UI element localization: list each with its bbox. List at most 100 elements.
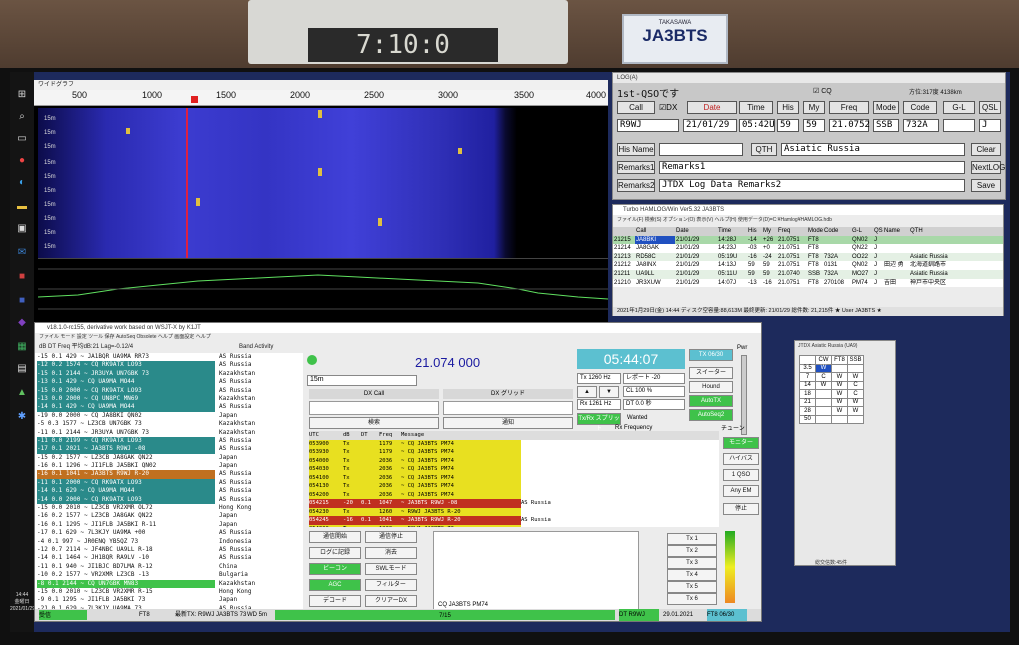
band-activity-row[interactable]: -13 0.1 429 ~ CQ UA9MA MO44 AS Russia (35, 378, 303, 387)
column-header[interactable]: Time (717, 227, 747, 236)
rx-row[interactable]: 054215 -20 0.1 1047 ~ JA3BTS R9WJ -08 AS Russ… (309, 499, 719, 508)
windows-logo-icon[interactable]: ⊞ (15, 88, 29, 102)
column-header[interactable]: Code (823, 227, 851, 236)
band-activity-row[interactable]: -16 0.2 1577 ~ LZ3CB JA8GAK QN22 Japan (35, 512, 303, 520)
band-activity-row[interactable]: -16 0.1 1295 ~ JI1FLB JA5BKI R-11 Japan (35, 521, 303, 529)
rx-row[interactable]: 054000 Tx 2036 ~ CQ JA3BTS PM74 (309, 456, 719, 465)
table-row[interactable]: 21214 JA8GAK 21/01/29 14:23J -03 +0 21.0751 FT8… (613, 244, 1003, 253)
time-field[interactable]: 05:42U (739, 119, 775, 132)
remarks2-field[interactable]: JTDX Log Data Remarks2 (659, 179, 965, 192)
tx1-button[interactable]: Tx 1 (667, 533, 717, 545)
band-activity-row[interactable]: -11 0.1 2144 ~ JR3UYA UN7GBK 73 Kazakhsta… (35, 429, 303, 437)
call-field[interactable]: R9WJ (617, 119, 679, 132)
taskbar-clock[interactable]: 14:44 金曜日 2021/01/29 (10, 592, 35, 613)
band-activity-row[interactable]: -15 0.0 2010 ~ LZ3CB VR2XMR OL72 Hong Kon… (35, 504, 303, 512)
code-field[interactable]: 732A (903, 119, 939, 132)
band-activity-row[interactable]: -9 0.1 1295 ~ JI1FLB JA5BKI 73 Japan (35, 596, 303, 604)
cl-field[interactable]: CL 100 % (623, 386, 685, 397)
band-activity-row[interactable]: -16 0.1 1041 ~ JA3BTS R9WJ R-20 AS Russia (35, 470, 303, 479)
band-activity-row[interactable]: -14 0.1 629 ~ CQ UA9MA MO44 AS Russia (35, 487, 303, 496)
clear-button[interactable]: Clear (971, 143, 1001, 156)
remarks1-field[interactable]: Remarks1 (659, 161, 965, 174)
app-icon[interactable]: ▤ (15, 362, 29, 376)
column-header[interactable]: Mode (807, 227, 823, 236)
tx-period-button[interactable]: TX 06/30 (689, 349, 733, 361)
monitor-button[interactable]: モニター (723, 437, 759, 449)
report-field[interactable]: レポート -20 (623, 373, 685, 384)
band-activity-row[interactable]: -11 0.1 2000 ~ CQ RK9ATX LO93 AS Russia (35, 478, 303, 488)
app-icon[interactable]: ◆ (15, 316, 29, 330)
tx5-button[interactable]: Tx 5 (667, 581, 717, 593)
one-qso-button[interactable]: 1 QSO (723, 469, 759, 481)
save-button[interactable]: Save (971, 179, 1001, 192)
swl-mode-button[interactable]: SWLモード (365, 563, 417, 575)
time-button[interactable]: Time (739, 101, 773, 114)
band-activity-row[interactable]: -12 0.2 1574 ~ CQ RK9ATX LO93 AS Russia (35, 361, 303, 370)
his-button[interactable]: His (777, 101, 799, 114)
band-activity-row[interactable]: -5 0.3 1577 ~ LZ3CB UN7GBK 73 Kazakhstan (35, 420, 303, 428)
search-icon[interactable]: ⌕ (15, 110, 29, 124)
column-header[interactable]: My (762, 227, 777, 236)
date-field[interactable]: 21/01/29 (683, 119, 737, 132)
column-header[interactable] (613, 227, 635, 236)
decode-button[interactable]: デコード (309, 595, 361, 607)
date-button[interactable]: Date (687, 101, 737, 114)
qth-button[interactable]: QTH (751, 143, 777, 156)
rx-freq-field[interactable]: Rx 1261 Hz (577, 399, 621, 410)
qth-field[interactable]: Asiatic Russia (781, 143, 965, 156)
column-header[interactable]: QSL (873, 227, 883, 236)
tx2-button[interactable]: Tx 2 (667, 545, 717, 557)
task-view-icon[interactable]: ▭ (15, 132, 29, 146)
down-arrow-icon[interactable]: ▼ (599, 386, 619, 398)
band-activity-list[interactable]: -15 0.1 429 ~ JA1BQR UA9MA RR73 AS Russia… (35, 353, 303, 617)
band-activity-row[interactable]: -15 0.1 2144 ~ JR3UYA UN7GBK 73 Kazakhsta… (35, 369, 303, 379)
stop-button[interactable]: 停止 (723, 503, 759, 515)
notify-button[interactable]: 通知 (443, 417, 573, 429)
beacon-button[interactable]: ビーコン (309, 563, 361, 575)
band-activity-row[interactable]: -15 0.1 429 ~ JA1BQR UA9MA RR73 AS Russia (35, 353, 303, 361)
sweeper-button[interactable]: スイーター (689, 367, 733, 379)
folder-icon[interactable]: ▬ (15, 200, 29, 214)
band-activity-row[interactable]: -15 0.0 2000 ~ CQ RK9ATX LO93 AS Russia (35, 386, 303, 395)
hamlog-menu[interactable]: ファイル(F) 検索(S) オプション(O) 表示(V) ヘルプ(H) 使用デー… (613, 215, 1003, 225)
clear-dx-button[interactable]: クリアーDX (365, 595, 417, 607)
band-activity-row[interactable]: -15 0.2 1577 ~ LZ3CB JA8GAK QN22 Japan (35, 454, 303, 462)
dx-checkbox[interactable]: ☑DX (659, 103, 677, 112)
rx-row[interactable]: 053900 Tx 1179 ~ CQ JA3BTS PM74 (309, 439, 719, 448)
column-header[interactable]: G-L (851, 227, 873, 236)
autoseq2-button[interactable]: AutoSeq2 (689, 409, 733, 421)
filter-button[interactable]: フィルター (365, 579, 417, 591)
band-activity-row[interactable]: -8 0.1 2144 ~ CQ UN7GBK MN83 Kazakhstan (35, 579, 303, 588)
his-field[interactable]: 59 (777, 119, 799, 132)
table-row[interactable]: 21210 JR3XUW 21/01/29 14:07J -13 -16 21.0751 FT… (613, 278, 1003, 288)
tx-rx-split-button[interactable]: Tx/Rx スプリット (577, 413, 621, 432)
enable-tx-button[interactable]: 通信開始 (309, 531, 361, 543)
tx6-button[interactable]: Tx 6 (667, 593, 717, 605)
my-button[interactable]: My (803, 101, 825, 114)
rx-row[interactable]: 054230 Tx 1260 ~ R9WJ JA3BTS R-20 (309, 507, 719, 516)
erase-button[interactable]: 消去 (365, 547, 417, 559)
qsl-field[interactable]: J (979, 119, 1001, 132)
jtdx-menu[interactable]: ファイル モード 設定 ツール 保存 AutoSeq Obsolete ヘルプ … (35, 333, 761, 342)
code-button[interactable]: Code (903, 101, 937, 114)
rx-marker-icon[interactable] (191, 96, 198, 103)
dx-call-input[interactable] (309, 401, 439, 415)
column-header[interactable]: His (747, 227, 762, 236)
column-header[interactable]: Date (675, 227, 717, 236)
table-row[interactable]: 21211 UA9LL 21/01/29 05:11U 59 59 21.0740 SSB 73… (613, 269, 1003, 279)
waterfall-display[interactable]: 15m 15m 15m 15m 15m 15m 15m 15m 15m 15m (38, 108, 608, 258)
hound-button[interactable]: Hound (689, 381, 733, 393)
band-activity-row[interactable]: -17 0.1 2021 ~ JA3BTS R9WJ -08 AS Russia (35, 445, 303, 454)
band-activity-row[interactable]: -10 0.2 1577 ~ VR2XMR LZ3CB -13 Bulgaria (35, 571, 303, 579)
store-icon[interactable]: ▣ (15, 222, 29, 236)
call-button[interactable]: Call (617, 101, 655, 114)
tx3-button[interactable]: Tx 3 (667, 557, 717, 569)
column-header[interactable]: Freq (777, 227, 807, 236)
column-header[interactable]: Call (635, 227, 675, 236)
band-activity-row[interactable]: -16 0.1 1296 ~ JI1FLB JA5BKI QN02 Japan (35, 462, 303, 470)
halt-tx-button[interactable]: 通信停止 (365, 531, 417, 543)
gl-button[interactable]: G-L (943, 101, 975, 114)
rx-row[interactable]: 054130 Tx 2036 ~ CQ JA3BTS PM74 (309, 482, 719, 491)
freq-button[interactable]: Freq (829, 101, 869, 114)
cq-message[interactable]: CQ JA3BTS PM74 (438, 602, 488, 608)
